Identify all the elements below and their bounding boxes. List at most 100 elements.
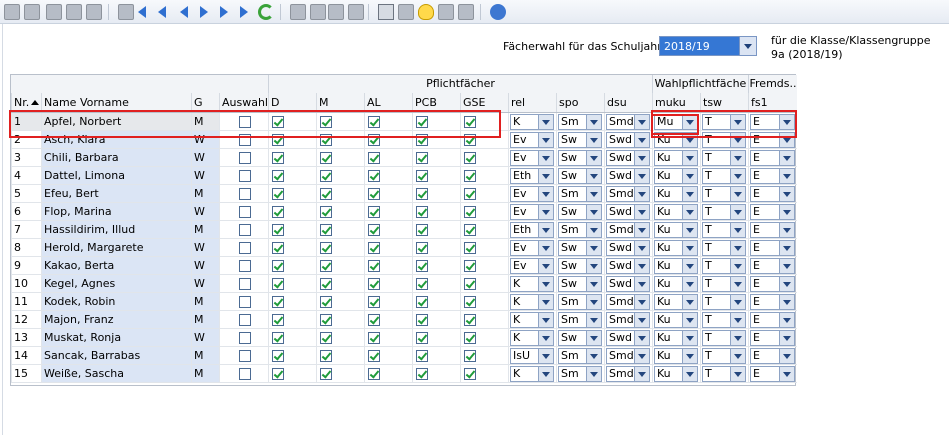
column-header-rel[interactable]: rel [508,93,556,112]
chevron-down-icon[interactable] [538,259,553,273]
select-rel[interactable]: K [510,276,554,292]
first-icon[interactable] [138,6,146,18]
table-row[interactable]: 4 Dattel, Limona W Eth Sw Swd Ku T E [11,167,797,185]
checkbox-auswahl[interactable] [239,314,251,326]
checkbox-gse[interactable] [464,170,476,182]
checkbox-d[interactable] [272,350,284,362]
chevron-down-icon[interactable] [586,187,601,201]
table-row[interactable]: 3 Chili, Barbara W Ev Sw Swd Ku T E [11,149,797,167]
copy-icon[interactable] [328,4,344,20]
chevron-down-icon[interactable] [730,313,745,327]
checkbox-m[interactable] [320,242,332,254]
select-rel[interactable]: Ev [510,150,554,166]
select-spo[interactable]: Sw [558,330,602,346]
select-spo[interactable]: Sm [558,366,602,382]
chevron-down-icon[interactable] [586,241,601,255]
checkbox-gse[interactable] [464,206,476,218]
prev-icon[interactable] [180,6,188,18]
chevron-down-icon[interactable] [682,313,697,327]
checkbox-m[interactable] [320,296,332,308]
chevron-down-icon[interactable] [682,241,697,255]
select-dsu[interactable]: Swd [606,330,650,346]
chevron-down-icon[interactable] [538,241,553,255]
select-rel[interactable]: Ev [510,204,554,220]
checkbox-pcb[interactable] [416,188,428,200]
checkbox-gse[interactable] [464,152,476,164]
checkbox-gse[interactable] [464,224,476,236]
table-row[interactable]: 5 Efeu, Bert M Ev Sm Smd Ku T E [11,185,797,203]
checkbox-al[interactable] [368,332,380,344]
select-rel[interactable]: Eth [510,168,554,184]
column-header-spo[interactable]: spo [556,93,604,112]
table-row[interactable]: 7 Hassildirim, Illud M Eth Sm Smd Ku T E [11,221,797,239]
bulb-icon[interactable] [418,4,434,20]
select-tsw[interactable]: T [702,186,746,202]
checkbox-d[interactable] [272,242,284,254]
chevron-down-icon[interactable] [779,295,794,309]
table-row[interactable]: 13 Muskat, Ronja W K Sw Swd Ku T E [11,329,797,347]
window-icon[interactable] [458,4,474,20]
chevron-down-icon[interactable] [779,313,794,327]
chevron-down-icon[interactable] [730,187,745,201]
table-row[interactable]: 14 Sancak, Barrabas M IsU Sm Smd Ku T E [11,347,797,365]
checkbox-pcb[interactable] [416,170,428,182]
school-year-select[interactable]: 2018/19 [659,36,757,56]
select-fs1[interactable]: E [750,222,795,238]
select-muku[interactable]: Ku [654,312,698,328]
chevron-down-icon[interactable] [634,115,649,129]
checkbox-gse[interactable] [464,260,476,272]
select-tsw[interactable]: T [702,366,746,382]
checkbox-pcb[interactable] [416,314,428,326]
checkbox-al[interactable] [368,152,380,164]
table-row[interactable]: 12 Majon, Franz M K Sm Smd Ku T E [11,311,797,329]
select-tsw[interactable]: T [702,312,746,328]
checkbox-gse[interactable] [464,350,476,362]
chevron-down-icon[interactable] [682,187,697,201]
chevron-down-icon[interactable] [634,151,649,165]
chevron-down-icon[interactable] [730,259,745,273]
checkbox-pcb[interactable] [416,296,428,308]
select-dsu[interactable]: Smd [606,348,650,364]
help-icon[interactable] [490,4,506,20]
select-tsw[interactable]: T [702,258,746,274]
chevron-down-icon[interactable] [586,115,601,129]
checkbox-m[interactable] [320,278,332,290]
checkbox-d[interactable] [272,224,284,236]
checkbox-auswahl[interactable] [239,224,251,236]
select-muku[interactable]: Ku [654,348,698,364]
checkbox-auswahl[interactable] [239,368,251,380]
checkbox-pcb[interactable] [416,242,428,254]
select-muku[interactable]: Ku [654,222,698,238]
chevron-down-icon[interactable] [779,223,794,237]
chevron-down-icon[interactable] [634,187,649,201]
checkbox-al[interactable] [368,350,380,362]
checkbox-pcb[interactable] [416,350,428,362]
chevron-down-icon[interactable] [634,277,649,291]
chevron-down-icon[interactable] [730,349,745,363]
select-tsw[interactable]: T [702,330,746,346]
chevron-down-icon[interactable] [586,151,601,165]
chevron-down-icon[interactable] [586,331,601,345]
chevron-down-icon[interactable] [739,37,756,55]
checkbox-al[interactable] [368,188,380,200]
select-dsu[interactable]: Swd [606,132,650,148]
brush-icon[interactable] [438,4,454,20]
checkbox-m[interactable] [320,350,332,362]
select-dsu[interactable]: Swd [606,204,650,220]
select-fs1[interactable]: E [750,366,795,382]
checkbox-m[interactable] [320,206,332,218]
table-row[interactable]: 11 Kodek, Robin M K Sm Smd Ku T E [11,293,797,311]
select-fs1[interactable]: E [750,240,795,256]
select-rel[interactable]: K [510,366,554,382]
checkbox-al[interactable] [368,224,380,236]
next-icon[interactable] [200,6,208,18]
select-rel[interactable]: K [510,312,554,328]
chevron-down-icon[interactable] [730,223,745,237]
chevron-down-icon[interactable] [586,133,601,147]
checkbox-m[interactable] [320,188,332,200]
checkbox-gse[interactable] [464,332,476,344]
table-row[interactable]: 9 Kakao, Berta W Ev Sw Swd Ku T E [11,257,797,275]
checkbox-pcb[interactable] [416,332,428,344]
checkbox-al[interactable] [368,278,380,290]
checkbox-m[interactable] [320,314,332,326]
